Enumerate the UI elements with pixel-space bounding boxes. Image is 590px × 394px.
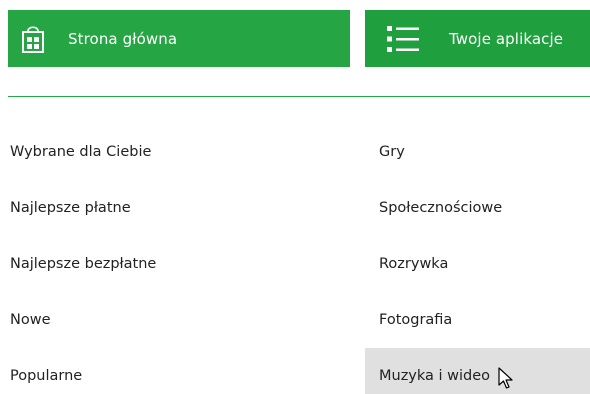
menu-item-entertainment[interactable]: Rozrywka xyxy=(365,236,590,292)
menu-item-music-video[interactable]: Muzyka i wideo xyxy=(365,348,590,394)
categories-menu: Gry Społecznościowe Rozrywka Fotografia … xyxy=(365,124,590,394)
menu-item-picked-for-you[interactable]: Wybrane dla Ciebie xyxy=(0,124,355,180)
menu-item-social[interactable]: Społecznościowe xyxy=(365,180,590,236)
menu-item-label: Popularne xyxy=(10,368,83,384)
mouse-pointer-icon xyxy=(498,367,513,389)
menu-item-label: Nowe xyxy=(10,312,51,328)
menu-item-label: Wybrane dla Ciebie xyxy=(10,144,152,160)
menu-item-label: Najlepsze bezpłatne xyxy=(10,256,157,272)
menu-item-photo[interactable]: Fotografia xyxy=(365,292,590,348)
store-bag-icon xyxy=(22,25,44,53)
store-window: Strona główna Twoje aplikacje Wybrane dl… xyxy=(0,0,590,394)
menu-item-label: Muzyka i wideo xyxy=(379,368,491,384)
store-lists-menu: Wybrane dla Ciebie Najlepsze płatne Najl… xyxy=(0,124,355,394)
home-tile-label: Strona główna xyxy=(68,29,178,48)
home-tile[interactable]: Strona główna xyxy=(8,10,350,67)
menu-item-top-free[interactable]: Najlepsze bezpłatne xyxy=(0,236,355,292)
menu-item-label: Rozrywka xyxy=(379,256,449,272)
menu-item-new[interactable]: Nowe xyxy=(0,292,355,348)
list-icon xyxy=(387,25,419,52)
menu-item-popular[interactable]: Popularne xyxy=(0,348,355,394)
menu-item-label: Fotografia xyxy=(379,312,453,328)
header-divider xyxy=(8,96,590,97)
menu-item-label: Społecznościowe xyxy=(379,200,503,216)
menu-item-games[interactable]: Gry xyxy=(365,124,590,180)
menu-item-top-paid[interactable]: Najlepsze płatne xyxy=(0,180,355,236)
menu-item-label: Najlepsze płatne xyxy=(10,200,131,216)
your-apps-tile[interactable]: Twoje aplikacje xyxy=(365,10,590,67)
your-apps-tile-label: Twoje aplikacje xyxy=(449,29,564,48)
menu-item-label: Gry xyxy=(379,144,405,160)
